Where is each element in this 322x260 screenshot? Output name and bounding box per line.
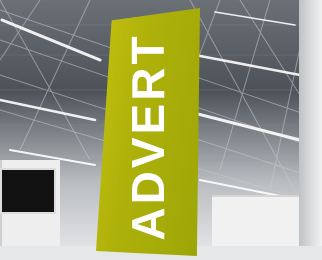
booth-display-screen	[0, 168, 56, 214]
hall-pillar	[299, 0, 322, 260]
banner-text: ADVERT	[122, 33, 174, 241]
exhibition-hall-photo: ADVERT	[0, 0, 322, 260]
advert-banner: ADVERT	[96, 8, 200, 256]
